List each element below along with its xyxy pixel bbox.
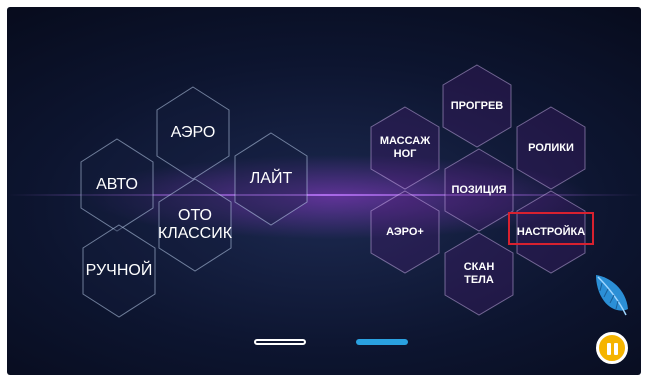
massage-chair-screen: АВТО АЭРО ЛАЙТ ОТО КЛАССИК РУЧНОЙ ПРОГРЕ… (7, 7, 641, 375)
pause-icon-bar (614, 343, 618, 355)
page-indicator-2[interactable] (356, 339, 408, 345)
setting-aero-plus-label: АЭРО+ (386, 225, 424, 238)
setting-roliki-label: РОЛИКИ (528, 141, 574, 154)
setting-pozitsiya-button[interactable]: ПОЗИЦИЯ (443, 147, 515, 233)
setting-pozitsiya-label: ПОЗИЦИЯ (451, 183, 507, 196)
pause-button[interactable] (596, 332, 628, 364)
setting-roliki-button[interactable]: РОЛИКИ (515, 105, 587, 191)
mode-ruchnoi-button[interactable]: РУЧНОЙ (81, 223, 157, 319)
feather-icon (596, 275, 628, 316)
setting-skan-tela-label: СКАН ТЕЛА (463, 261, 495, 286)
pause-icon (607, 343, 611, 355)
setting-progrev-label: ПРОГРЕВ (450, 99, 504, 112)
setting-skan-tela-button[interactable]: СКАН ТЕЛА (443, 231, 515, 317)
mode-avto-label: АВТО (96, 176, 138, 193)
selection-highlight (508, 212, 594, 245)
setting-massazh-nog-button[interactable]: МАССАЖ НОГ (369, 105, 441, 191)
mode-lait-button[interactable]: ЛАЙТ (233, 131, 309, 227)
setting-massazh-nog-label: МАССАЖ НОГ (379, 135, 431, 160)
page-indicator-1[interactable] (254, 339, 306, 345)
setting-aero-plus-button[interactable]: АЭРО+ (369, 189, 441, 275)
mode-avto-button[interactable]: АВТО (79, 137, 155, 233)
mode-oto-klassik-button[interactable]: ОТО КЛАССИК (157, 177, 233, 273)
setting-progrev-button[interactable]: ПРОГРЕВ (441, 63, 513, 149)
mode-aero-button[interactable]: АЭРО (155, 85, 231, 181)
mode-oto-klassik-label: ОТО КЛАССИК (157, 207, 233, 242)
mode-aero-label: АЭРО (170, 124, 216, 141)
mode-lait-label: ЛАЙТ (249, 170, 293, 187)
mode-ruchnoi-label: РУЧНОЙ (85, 262, 153, 279)
